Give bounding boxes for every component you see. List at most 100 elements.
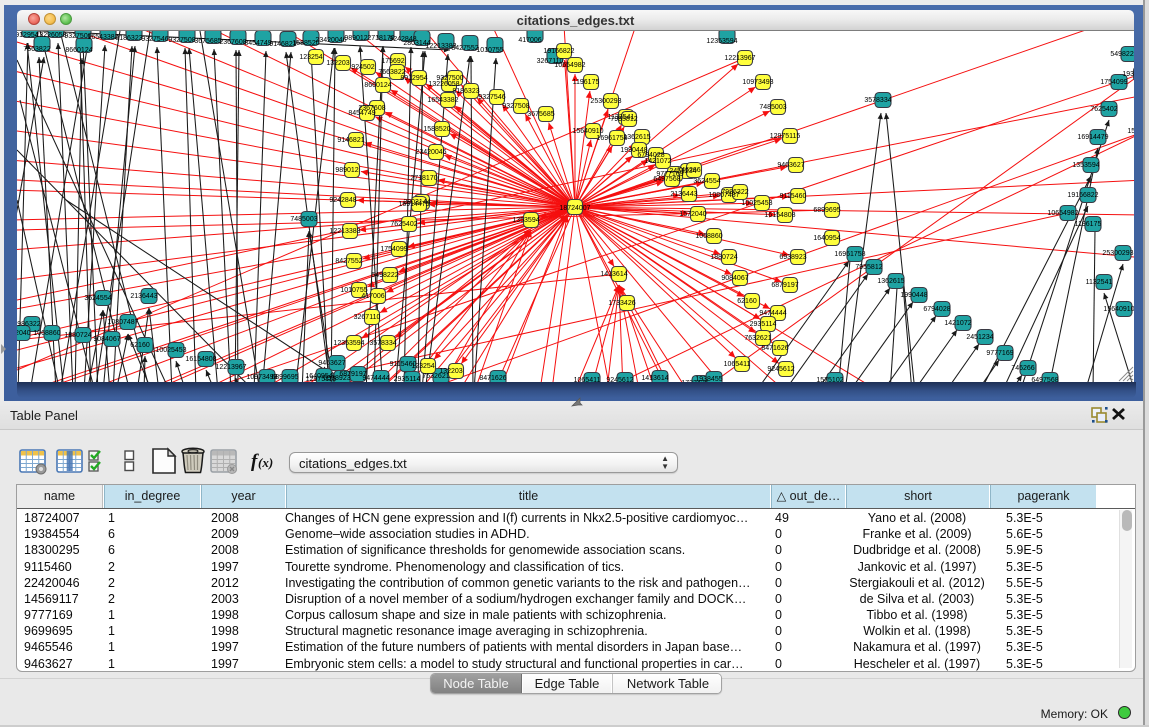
svg-text:10807487: 10807487 (107, 319, 138, 326)
svg-text:123254: 123254 (299, 54, 322, 61)
svg-text:7663822: 7663822 (23, 46, 50, 53)
svg-text:2718170: 2718170 (410, 175, 437, 182)
svg-text:12213967: 12213967 (215, 364, 246, 371)
svg-text:6879197: 6879197 (771, 282, 798, 289)
svg-text:8427552: 8427552 (335, 258, 362, 265)
svg-text:1640954: 1640954 (813, 235, 840, 242)
svg-text:10025453: 10025453 (155, 347, 186, 354)
svg-text:1196175: 1196175 (573, 79, 600, 86)
svg-text:1572040: 1572040 (17, 330, 31, 337)
svg-text:746266: 746266 (1011, 365, 1034, 372)
svg-text:9327500: 9327500 (436, 75, 463, 82)
svg-text:3578334: 3578334 (864, 97, 891, 104)
svg-text:6794028: 6794028 (923, 306, 950, 313)
svg-text:3624554: 3624554 (84, 295, 111, 302)
svg-text:417006: 417006 (518, 37, 541, 44)
svg-text:9245612: 9245612 (767, 366, 794, 373)
svg-text:3624554: 3624554 (693, 178, 720, 185)
svg-text:1990448: 1990448 (900, 292, 927, 299)
svg-text:924502: 924502 (351, 64, 374, 71)
svg-text:2136443: 2136443 (130, 293, 157, 300)
svg-text:10973493: 10973493 (742, 79, 773, 86)
svg-text:7986322: 7986322 (721, 189, 748, 196)
svg-text:9242848: 9242848 (329, 197, 356, 204)
svg-text:25300293: 25300293 (590, 98, 621, 105)
svg-text:16154808: 16154808 (764, 212, 795, 219)
svg-text:13226058: 13226058 (35, 32, 66, 39)
svg-text:6497568: 6497568 (653, 176, 680, 183)
svg-text:8427552: 8427552 (451, 45, 478, 52)
svg-text:8660124: 8660124 (364, 82, 391, 89)
svg-text:8471626: 8471626 (479, 375, 506, 382)
svg-text:7625402: 7625402 (390, 221, 417, 228)
svg-text:989012: 989012 (335, 167, 358, 174)
svg-text:16914479: 16914479 (398, 201, 429, 208)
svg-text:1880724: 1880724 (64, 332, 91, 339)
svg-text:16543382: 16543382 (87, 34, 118, 41)
svg-text:8186323: 8186323 (115, 35, 142, 42)
svg-text:7632621: 7632621 (744, 335, 771, 342)
svg-text:5498222: 5498222 (371, 272, 398, 279)
svg-text:7986322: 7986322 (17, 321, 41, 328)
svg-text:2451234: 2451234 (966, 334, 993, 341)
svg-text:417006: 417006 (361, 293, 384, 300)
svg-text:9327546: 9327546 (478, 94, 505, 101)
svg-text:6899695: 6899695 (813, 207, 840, 214)
svg-text:12353594: 12353594 (333, 340, 364, 347)
svg-text:132203: 132203 (439, 368, 462, 375)
svg-text:1754099: 1754099 (1100, 79, 1127, 86)
svg-text:1754099: 1754099 (380, 246, 407, 253)
svg-text:7955812: 7955812 (610, 116, 637, 123)
svg-text:9327546: 9327546 (141, 36, 168, 43)
svg-text:9463627: 9463627 (777, 162, 804, 169)
svg-text:1575102: 1575102 (1127, 128, 1134, 135)
svg-text:1413614: 1413614 (600, 271, 627, 278)
svg-text:12213967: 12213967 (724, 55, 755, 62)
svg-text:1068860: 1068860 (695, 233, 722, 240)
svg-text:9327508: 9327508 (502, 103, 529, 110)
svg-text:62160: 62160 (737, 298, 757, 305)
svg-text:(x): (x) (258, 455, 273, 470)
svg-text:16154808: 16154808 (185, 356, 216, 363)
svg-text:19166822: 19166822 (543, 48, 574, 55)
svg-text:62160: 62160 (130, 342, 150, 349)
svg-text:6938923: 6938923 (779, 254, 806, 261)
svg-text:989012: 989012 (344, 35, 367, 42)
svg-text:1572040: 1572040 (679, 211, 706, 218)
svg-text:1353594: 1353594 (1072, 162, 1099, 169)
svg-text:13226058: 13226058 (428, 81, 459, 88)
svg-text:9084067: 9084067 (721, 275, 748, 282)
svg-text:7485003: 7485003 (759, 104, 786, 111)
svg-text:23420046: 23420046 (315, 37, 346, 44)
svg-text:1421072: 1421072 (944, 320, 971, 327)
svg-text:5498222: 5498222 (1110, 51, 1134, 58)
svg-text:2136443: 2136443 (670, 191, 697, 198)
svg-text:15640910: 15640910 (572, 128, 603, 135)
svg-text:1065411: 1065411 (724, 361, 751, 368)
svg-text:7955812: 7955812 (855, 264, 882, 271)
svg-text:8660124: 8660124 (65, 47, 92, 54)
svg-text:3675685: 3675685 (527, 111, 554, 118)
svg-text:16914479: 16914479 (1077, 134, 1108, 141)
svg-text:1010755: 1010755 (476, 47, 503, 54)
svg-text:9474444: 9474444 (362, 375, 389, 382)
svg-text:8454749: 8454749 (244, 40, 271, 47)
svg-text:9084067: 9084067 (93, 336, 120, 343)
svg-text:7485003: 7485003 (290, 216, 317, 223)
svg-text:12975115: 12975115 (770, 133, 801, 140)
svg-text:10025453: 10025453 (741, 200, 772, 207)
svg-text:9115460: 9115460 (780, 193, 807, 200)
svg-text:2367608: 2367608 (219, 39, 246, 46)
svg-text:18724007: 18724007 (559, 205, 590, 212)
svg-text:9777169: 9777169 (986, 350, 1013, 357)
svg-text:9474444: 9474444 (759, 310, 786, 317)
svg-text:8912954: 8912954 (400, 75, 427, 82)
svg-text:16961758: 16961758 (834, 251, 865, 258)
svg-text:1068860: 1068860 (33, 330, 60, 337)
svg-text:1362615: 1362615 (877, 278, 904, 285)
svg-text:1588520: 1588520 (423, 126, 450, 133)
svg-text:10654982: 10654982 (554, 62, 585, 69)
svg-text:12213383: 12213383 (329, 228, 360, 235)
svg-text:1353594: 1353594 (512, 217, 539, 224)
svg-text:1938455: 1938455 (1122, 71, 1134, 78)
